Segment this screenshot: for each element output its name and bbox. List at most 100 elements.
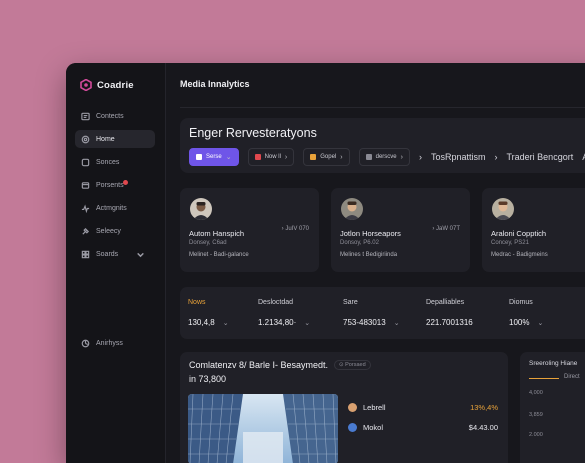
list-item-value: $4.43.00: [468, 422, 498, 432]
stats-bar: Nows 130,4,8 ⌄ Desloctdad 1.2134,80· ⌄ Sar…: [180, 287, 585, 339]
stat-item[interactable]: Desloctdad 1.2134,80· ⌄: [258, 299, 310, 327]
pill-derscve[interactable]: derscve ›: [358, 148, 410, 166]
sidebar-item-analytics[interactable]: Anirhyss: [75, 334, 155, 352]
stat-item[interactable]: Diomus 100% ⌄: [509, 299, 543, 327]
brand[interactable]: Coadrie: [80, 79, 134, 91]
pill-label: derscve: [375, 154, 397, 160]
legend-line: [529, 378, 559, 379]
stat-value: 130,4,8 ⌄: [188, 318, 229, 327]
profile-meta: › JuIV 070: [281, 226, 309, 232]
profile-card[interactable]: › JaW 07T Jotlon Horseapors Donsoy, P6.0…: [331, 188, 470, 272]
profile-description: Melines t Bedigiriinda: [340, 252, 398, 258]
profile-subtitle: Donsey, C6ad: [189, 240, 227, 246]
profile-subtitle: Donsoy, P6.02: [340, 240, 379, 246]
sidebar-item-select[interactable]: Seleecy: [75, 222, 155, 240]
stat-label: Diomus: [509, 299, 533, 306]
profile-name: Araloni Copptich: [491, 229, 547, 238]
profile-subtitle: Concey, PS21: [491, 240, 529, 246]
sidebar-item-contacts[interactable]: Contects: [75, 107, 155, 125]
profile-card[interactable]: Araloni Copptich Concey, PS21 Medrac - B…: [482, 188, 585, 272]
sidebar-item-label: Porsents: [96, 181, 124, 189]
stat-value: 1.2134,80· ⌄: [258, 318, 311, 327]
sidebar-item-label: Actmgnits: [96, 204, 127, 212]
home-icon: [81, 135, 90, 143]
filter-icon: [196, 154, 202, 160]
card-amount: in 73,800: [189, 374, 227, 384]
profile-cards: › JuIV 070 Autom Hanspich Donsey, C6ad M…: [180, 188, 585, 272]
hero-card: Enger Rervesteratyons Serse ⌄ Now ll › G…: [180, 118, 585, 173]
main-content: Media Innalytics Enger Rervesteratyons S…: [166, 63, 585, 463]
sidebar-item-reports[interactable]: Porsents: [75, 176, 155, 194]
grid-icon: [365, 154, 372, 160]
list-item-value: 13%,4%: [470, 402, 498, 412]
pill-gopel[interactable]: Gopel ›: [303, 148, 350, 166]
filter-pills: Serse ⌄ Now ll › Gopel › derscve › › Tos…: [189, 148, 585, 166]
avatar: [492, 198, 514, 220]
trail-item[interactable]: Traderi Bencgort: [507, 152, 574, 162]
profile-description: Medrac - Badigmeins: [491, 252, 548, 258]
chevron-right-icon: ›: [340, 153, 343, 161]
flag-icon: [310, 154, 317, 160]
chart-icon: [254, 154, 261, 160]
side-chart-card: Sreeroling Hiane Direct 4,000 3,859 2.00…: [520, 352, 585, 463]
profile-meta: › JaW 07T: [432, 226, 460, 232]
stat-label: Desloctdad: [258, 299, 294, 306]
chevron-down-icon: ⌄: [222, 320, 229, 327]
sidebar-item-label: Seleecy: [96, 227, 121, 235]
chevron-down-icon: ⌄: [304, 320, 311, 327]
profile-card[interactable]: › JuIV 070 Autom Hanspich Donsey, C6ad M…: [180, 188, 319, 272]
chevron-right-icon: ›: [494, 152, 498, 162]
sidebar-item-boards[interactable]: Soards: [75, 245, 155, 263]
card-title: Comlatenzv 8/ Barle I- Besaymedt.: [189, 360, 329, 370]
chevron-right-icon: ›: [400, 153, 403, 161]
chevron-down-icon[interactable]: [136, 250, 145, 259]
avatar: [341, 198, 363, 220]
reports-icon: [81, 181, 90, 189]
avatar: [348, 402, 357, 412]
sidebar-item-home[interactable]: Home: [75, 130, 155, 148]
pill-label: Serse: [206, 154, 222, 160]
list-item-label: Mokol: [363, 422, 384, 432]
stat-value: 221.7001316: [426, 318, 473, 327]
list-item-label: Lebrell: [363, 402, 386, 412]
trail-item[interactable]: TosRpnattism: [431, 152, 486, 162]
sidebar-item-sources[interactable]: Sonces: [75, 153, 155, 171]
list-item[interactable]: Lebrell 13%,4%: [348, 400, 498, 414]
chevron-down-icon: ⌄: [537, 320, 544, 327]
sources-icon: [81, 158, 90, 166]
stat-item[interactable]: Sare 753-483013 ⌄: [343, 299, 400, 327]
stat-label: Sare: [343, 299, 358, 306]
brand-name: Coadrie: [97, 79, 134, 91]
page-title: Media Innalytics: [180, 79, 250, 89]
sidebar-item-label: Sonces: [96, 158, 120, 166]
boards-icon: [81, 250, 90, 258]
sidebar: Coadrie Contects Home Sonces Porsents Ac…: [66, 63, 166, 463]
header-divider: [180, 107, 585, 108]
tick-label: 3,859: [529, 412, 543, 418]
building-photo: [188, 394, 338, 463]
select-icon: [82, 227, 90, 235]
stat-label: Nows: [188, 299, 206, 306]
performance-card: Comlatenzv 8/ Barle I- Besaymedt. ⊙ Pors…: [180, 352, 508, 463]
stat-item[interactable]: Nows 130,4,8 ⌄: [188, 299, 229, 327]
tick-label: 2.000: [529, 432, 543, 438]
stat-value: 753-483013 ⌄: [343, 318, 400, 327]
stat-label: Depalliables: [426, 299, 465, 306]
activity-icon: [81, 203, 90, 213]
sidebar-nav: Contects Home Sonces Porsents Actmgnits: [75, 107, 155, 268]
stat-item[interactable]: Depalliables 221.7001316: [426, 299, 473, 327]
status-badge: ⊙ Porsaed: [334, 360, 371, 370]
stat-value: 100% ⌄: [509, 318, 544, 327]
list-item[interactable]: Mokol $4.43.00: [348, 420, 498, 434]
pill-now[interactable]: Now ll ›: [247, 148, 295, 166]
sidebar-item-activity[interactable]: Actmgnits: [75, 199, 155, 217]
hero-title: Enger Rervesteratyons: [189, 126, 317, 140]
app-window: Coadrie Contects Home Sonces Porsents Ac…: [66, 63, 585, 463]
avatar: [190, 198, 212, 220]
analytics-icon: [81, 339, 90, 347]
brand-logo-icon: [80, 79, 92, 91]
pill-serse[interactable]: Serse ⌄: [189, 148, 239, 166]
chevron-down-icon: ⌄: [393, 320, 400, 327]
profile-name: Jotlon Horseapors: [340, 229, 401, 238]
profile-description: Melinet - Badi-galance: [189, 252, 249, 258]
